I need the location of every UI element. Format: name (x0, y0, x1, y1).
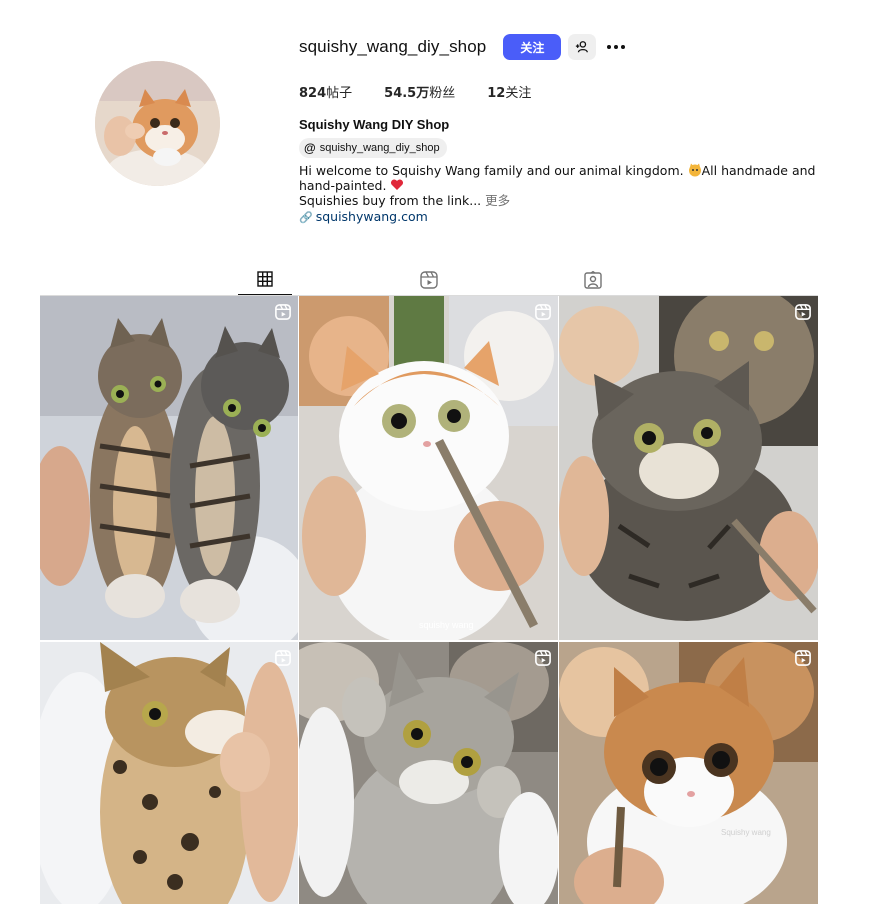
grid-icon (257, 271, 273, 287)
post-tile[interactable] (40, 642, 298, 904)
tagged-icon (584, 270, 602, 289)
reels-badge-icon (795, 304, 811, 320)
profile-bio: Hi welcome to Squishy Wang family and ou… (299, 163, 816, 208)
post-tile[interactable] (40, 296, 298, 640)
posts-grid: squishy wang Squishy wang (40, 296, 818, 904)
threads-handle: squishy_wang_diy_shop (319, 142, 440, 154)
following-stat[interactable]: 12关注 (487, 82, 531, 101)
bio-more-link[interactable]: 更多 (485, 193, 510, 208)
suggested-users-button[interactable] (568, 34, 597, 60)
reels-badge-icon (535, 650, 551, 666)
profile-username: squishy_wang_diy_shop (299, 37, 487, 56)
posts-stat: 824帖子 (299, 86, 353, 101)
svg-text:squishy wang: squishy wang (419, 620, 474, 630)
follow-button[interactable]: 关注 (503, 34, 562, 60)
profile-tabs (40, 264, 818, 296)
post-tile[interactable]: squishy wang (299, 296, 558, 640)
reels-icon (420, 270, 438, 289)
profile-full-name: Squishy Wang DIY Shop (299, 117, 450, 132)
post-tile[interactable]: Squishy wang (559, 642, 818, 904)
tab-posts[interactable] (238, 264, 292, 295)
reels-badge-icon (795, 650, 811, 666)
reels-badge-icon (275, 650, 291, 666)
cat-face-emoji-icon (688, 163, 701, 177)
more-icon (607, 45, 626, 49)
tab-reels[interactable] (402, 264, 456, 295)
threads-badge[interactable]: @ squishy_wang_diy_shop (299, 138, 447, 158)
profile-link[interactable]: 🔗 squishywang.com (299, 209, 839, 224)
add-user-icon (576, 41, 589, 53)
profile-header: squishy_wang_diy_shop 关注 824帖子 54.5万粉丝 1… (299, 32, 839, 224)
profile-avatar[interactable] (95, 61, 220, 186)
post-tile[interactable] (559, 296, 818, 640)
more-options-button[interactable] (605, 34, 627, 60)
link-icon: 🔗 (299, 211, 313, 224)
profile-stats: 824帖子 54.5万粉丝 12关注 (299, 82, 839, 101)
svg-text:Squishy wang: Squishy wang (721, 828, 771, 837)
threads-icon: @ (304, 141, 316, 155)
heart-emoji-icon (391, 179, 404, 190)
reels-badge-icon (535, 304, 551, 320)
reels-badge-icon (275, 304, 291, 320)
followers-stat[interactable]: 54.5万粉丝 (384, 82, 455, 101)
tab-tagged[interactable] (566, 264, 620, 295)
post-tile[interactable] (299, 642, 558, 904)
